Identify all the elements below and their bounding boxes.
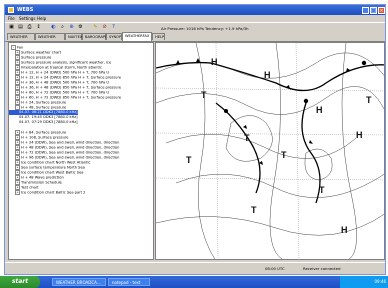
tree-item[interactable]: + Ice condition chart Baltic Sea part 2 xyxy=(9,190,85,195)
tree-item-label: H + 60, H + 72 (DWD) 850 hPa H + T, Surf… xyxy=(21,95,122,100)
sort-icon[interactable]: ↕ xyxy=(35,24,42,31)
tab-weatherfax[interactable]: WEATHERFAX xyxy=(122,32,152,41)
tab-bar: WEATHER GERMAN WEATHER ENGLISH NAVTEX BA… xyxy=(5,32,385,46)
tree-item-label: 04.07. 07:29 DDK3 [7880.0 kHz] xyxy=(19,120,78,124)
tree-item-label: H + 72 (DDW), Sea and swell, wind direct… xyxy=(21,150,120,155)
low-pressure-label: T xyxy=(366,95,372,105)
tree-item-label: H + 36, H + 48 (DWD) 500 hPa H + T, 700 … xyxy=(21,80,109,85)
app-window: WEBS _ □ × File Settings Help ▣ ▤ ⎙ ↕ ◐ … xyxy=(4,4,386,275)
tree-item-label: H + 108, Surface pressure xyxy=(21,135,69,140)
high-pressure-label: H xyxy=(356,130,363,140)
tree-item-label: Transmission Schedule xyxy=(21,180,62,185)
tree-item-label: H + 96 (DDW), Sea and swell, wind direct… xyxy=(21,155,120,160)
task-weather-broadcast[interactable]: WEATHER BROADCA... xyxy=(52,278,106,286)
tree-item-label: Test chart xyxy=(21,185,39,190)
tree-item-label: H + 48, Surface pressure xyxy=(21,105,67,110)
taskbar: start WEATHER BROADCA... notepad - text … xyxy=(0,276,388,288)
tree-item-label: Interpolation at tropical storm, North a… xyxy=(21,65,102,70)
tree-item-label: H + 48 (DDW), Sea and swell, wind direct… xyxy=(21,145,120,150)
stop-icon[interactable]: ⊘ xyxy=(101,24,108,31)
tools-icon[interactable]: ✎ xyxy=(92,24,99,31)
tab-weather-english[interactable]: WEATHER ENGLISH xyxy=(35,33,65,46)
fax-tree: - Fax + Surface weather chart + Surface press… xyxy=(8,42,154,260)
minimize-button[interactable]: _ xyxy=(362,6,369,14)
tree-item-label: H + 84, Surface pressure xyxy=(21,130,67,135)
tree-item-label: H + 60, H + 72 (DWD) 500 hPa H + T, 700 … xyxy=(21,90,109,95)
open-icon[interactable]: ▤ xyxy=(17,24,24,31)
tree-item-label: Fax xyxy=(17,45,24,50)
menu-file[interactable]: File xyxy=(8,16,15,21)
help-icon[interactable]: ? xyxy=(110,24,117,31)
save-icon[interactable]: ▣ xyxy=(8,24,15,31)
surface-pressure-chart: H T H T T T H T H T T H xyxy=(156,43,384,259)
maximize-button[interactable]: □ xyxy=(370,6,377,14)
system-tray: 09:46 xyxy=(340,276,388,288)
start-button[interactable]: start xyxy=(0,276,40,288)
tab-help[interactable]: HELP xyxy=(152,33,165,40)
low-pressure-label: T xyxy=(244,133,250,143)
pressure-readout: Air Pressure: 1016 hPa Tendency: +1.9 hP… xyxy=(161,26,249,31)
high-pressure-label: H xyxy=(316,105,323,115)
high-pressure-label: H xyxy=(211,57,218,67)
low-pressure-label: T xyxy=(201,90,207,100)
title-bar[interactable]: WEBS _ □ × xyxy=(5,5,385,15)
tree-item-label: H + 12, H + 24 (DWD) 850 hPa H + T, Surf… xyxy=(21,75,122,80)
clock: 09:46 xyxy=(374,279,386,284)
high-pressure-label: H xyxy=(264,70,271,80)
search-icon[interactable]: ⌕ xyxy=(59,24,66,31)
tree-item-label: Ice condition chart North West Atlantic xyxy=(21,160,91,165)
menu-settings[interactable]: Settings xyxy=(19,16,35,21)
tab-synop[interactable]: SYNOP xyxy=(106,33,122,40)
tab-barograph[interactable]: BAROGRAPH xyxy=(82,33,108,40)
zoom-in-icon[interactable]: ⊕ xyxy=(68,24,75,31)
high-pressure-label: H xyxy=(341,225,348,235)
settings-icon[interactable]: ⚙ xyxy=(77,24,84,31)
zoom-out-icon[interactable]: ◐ xyxy=(50,24,57,31)
status-bar: 08:00 UTC Receiver connected xyxy=(5,262,385,275)
tree-item-label: Ice condition chart Baltic Sea part 2 xyxy=(21,190,86,195)
window-title: WEBS xyxy=(17,7,34,13)
tree-item-label: H + 48 Wave prediction xyxy=(21,175,64,180)
weather-fax-map[interactable]: H T H T T T H T H T T H xyxy=(155,42,385,260)
task-notepad[interactable]: notepad - text xyxy=(108,278,150,286)
tab-weather-german[interactable]: WEATHER GERMAN xyxy=(7,33,35,46)
low-pressure-label: T xyxy=(319,185,325,195)
low-pressure-label: T xyxy=(251,205,257,215)
low-pressure-label: T xyxy=(186,155,192,165)
menu-help[interactable]: Help xyxy=(37,16,46,21)
status-time: 08:00 UTC xyxy=(265,266,285,271)
tree-item-label: Surface weather chart xyxy=(21,50,62,55)
tab-navtex[interactable]: NAVTEX xyxy=(65,33,82,40)
tree-item-label: Sea surface temperature North Sea xyxy=(21,165,85,170)
tree-item-label: H + 36, H + 48 (DWD) 850 hPa H + T, Surf… xyxy=(21,85,122,90)
expand-icon[interactable]: + xyxy=(15,190,20,195)
tree-item-label: Ice condition chart West Baltic Sea xyxy=(21,170,84,175)
tree-item-label: Surface pressure xyxy=(21,55,52,60)
tree-item[interactable]: 04.07. 07:29 DDK3 [7880.0 kHz] xyxy=(9,120,78,125)
app-icon xyxy=(8,7,14,13)
tree-item-label: H + 12, H + 24 (DWD) 500 hPa H + T, 700 … xyxy=(21,70,109,75)
tree-item-label: 04.07. 06:21 DDK3 [7880.0 kHz] xyxy=(19,110,78,114)
tree-item-label: H + 24 (DDW), Sea and swell, wind direct… xyxy=(21,140,120,145)
print-icon[interactable]: ⎙ xyxy=(26,24,33,31)
tree-item-label: H + 24, Surface pressure xyxy=(21,100,67,105)
status-connection: Receiver connected xyxy=(303,266,341,271)
close-button[interactable]: × xyxy=(378,6,385,14)
low-pressure-label: T xyxy=(281,150,287,160)
tree-item-label: 04.07. 19:45 DDK3 [7880.0 kHz] xyxy=(19,115,78,119)
tree-item-label: Surface pressure analysis, significant w… xyxy=(21,60,112,65)
menu-bar: File Settings Help xyxy=(5,15,385,22)
